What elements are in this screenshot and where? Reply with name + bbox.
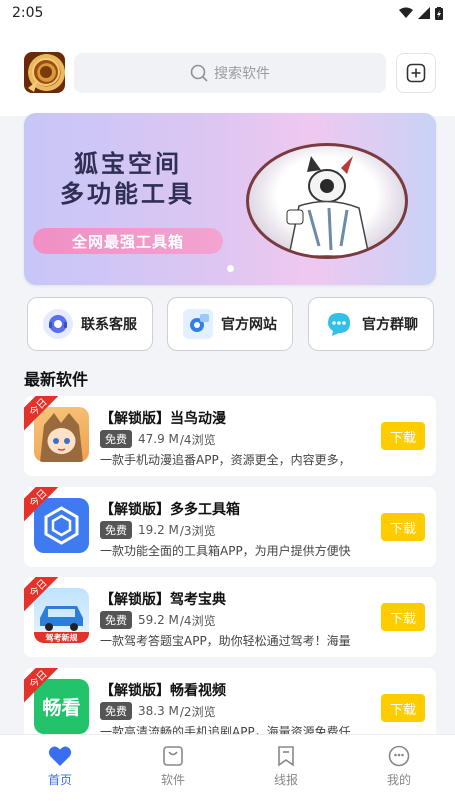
app-views: /3浏览: [179, 523, 216, 538]
smile-icon: [388, 745, 410, 767]
app-description: 一款手机动漫追番APP，资源更全，内容更多，: [100, 453, 351, 467]
section-title: 最新软件: [24, 370, 89, 389]
banner-title: 狐宝空间 多功能工具: [60, 149, 260, 209]
free-badge: 免费: [100, 702, 132, 720]
bottom-nav: 首页 软件 线报 我的: [0, 734, 455, 803]
status-time: 2:05: [12, 5, 44, 21]
official-website-button[interactable]: 官方网站: [167, 297, 293, 351]
plus-square-icon: [406, 63, 426, 83]
avatar[interactable]: [24, 52, 65, 93]
search-placeholder: 搜索软件: [214, 66, 270, 82]
banner-pill: 全网最强工具箱: [33, 228, 223, 254]
quick-links: 联系客服 官方网站 官方群聊: [24, 297, 436, 353]
nav-profile[interactable]: 我的: [369, 745, 429, 788]
app-title: 【解锁版】驾考宝典: [100, 592, 226, 608]
bookmark-icon: [278, 746, 294, 767]
nav-label: 首页: [47, 773, 72, 787]
app-views: /4浏览: [179, 432, 216, 447]
free-badge: 免费: [100, 521, 132, 539]
quick-link-label: 官方网站: [221, 317, 277, 333]
app-title: 【解锁版】当鸟动漫: [100, 411, 226, 427]
app-description: 一款功能全面的工具箱APP，为用户提供方便快: [100, 544, 351, 558]
group-chat-icon: [324, 309, 354, 339]
battery-icon: [435, 6, 443, 20]
header: 搜索软件: [0, 26, 455, 116]
icon-text: 畅看: [42, 697, 81, 719]
anime-girl-icon: [34, 407, 89, 462]
app-card[interactable]: 今日 【解锁版】多多工具箱 免费 19.2 M/3浏览 一款功能全面的工具箱AP…: [24, 487, 436, 567]
quick-link-label: 官方群聊: [362, 317, 418, 333]
carousel-dot[interactable]: [227, 265, 234, 272]
free-badge: 免费: [100, 430, 132, 448]
download-button[interactable]: 下载: [381, 422, 425, 450]
promo-banner[interactable]: 狐宝空间 多功能工具 全网最强工具箱: [24, 113, 436, 285]
app-size: 47.9 M: [138, 432, 179, 446]
banner-title-line2: 多功能工具: [60, 179, 195, 208]
wifi-icon: [399, 7, 413, 18]
toolbox-cube-icon: [34, 498, 89, 553]
banner-title-line1: 狐宝空间: [74, 149, 182, 178]
app-size: 38.3 M: [138, 704, 179, 718]
app-description: 一款驾考答题宝APP，助你轻松通过驾考！海量: [100, 634, 351, 648]
quick-link-label: 联系客服: [81, 317, 137, 333]
bag-icon: [163, 746, 183, 766]
status-bar: 2:05: [0, 0, 455, 26]
app-meta: 免费 59.2 M/4浏览: [100, 611, 216, 629]
app-title: 【解锁版】畅看视频: [100, 683, 226, 699]
app-meta: 免费 38.3 M/2浏览: [100, 702, 216, 720]
nav-label: 我的: [386, 773, 411, 787]
app-views: /4浏览: [179, 613, 216, 628]
icon-caption: 驾考新规: [45, 633, 78, 643]
contact-support-button[interactable]: 联系客服: [27, 297, 153, 351]
download-button[interactable]: 下载: [381, 513, 425, 541]
app-meta: 免费 19.2 M/3浏览: [100, 521, 216, 539]
banner-illustration: [246, 143, 408, 259]
app-meta: 免费 47.9 M/4浏览: [100, 430, 216, 448]
download-button[interactable]: 下载: [381, 694, 425, 722]
app-size: 59.2 M: [138, 613, 179, 627]
nav-home[interactable]: 首页: [30, 745, 90, 788]
signal-icon: [418, 7, 430, 19]
nav-label: 线报: [273, 773, 298, 787]
search-icon: [190, 64, 208, 82]
nav-news[interactable]: 线报: [256, 745, 316, 788]
heart-icon: [48, 746, 72, 766]
app-views: /2浏览: [179, 704, 216, 719]
status-icons: [399, 6, 443, 20]
car-icon: 驾考新规: [34, 588, 89, 643]
app-title: 【解锁版】多多工具箱: [100, 502, 240, 518]
free-badge: 免费: [100, 611, 132, 629]
website-gear-icon: [183, 309, 213, 339]
nav-software[interactable]: 软件: [143, 745, 203, 788]
video-icon: 畅看: [34, 679, 89, 734]
nav-label: 软件: [160, 773, 185, 787]
add-button[interactable]: [396, 53, 436, 93]
official-group-button[interactable]: 官方群聊: [308, 297, 434, 351]
app-card[interactable]: 今日 【解锁版】当鸟动漫 免费 47.9 M/4浏览 一款手机动漫追番APP，资…: [24, 396, 436, 476]
app-size: 19.2 M: [138, 523, 179, 537]
app-card[interactable]: 驾考新规 今日 【解锁版】驾考宝典 免费 59.2 M/4浏览 一款驾考答题宝A…: [24, 577, 436, 657]
search-input[interactable]: 搜索软件: [74, 53, 386, 93]
customer-service-icon: [43, 309, 73, 339]
download-button[interactable]: 下载: [381, 603, 425, 631]
